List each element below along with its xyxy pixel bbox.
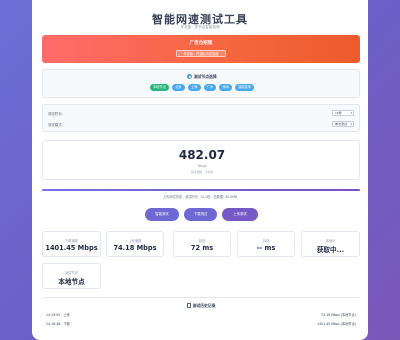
smart-test-button[interactable]: 智能测试	[145, 208, 179, 221]
node-chip-guangzhou[interactable]: 广州	[203, 84, 217, 91]
stat-card-local-ip: 本地IP 获取中...	[301, 231, 360, 257]
node-chip-local[interactable]: 本地节点	[149, 84, 169, 91]
speed-display-card: 482.07 Mbps 实时测速 · 平均值	[42, 140, 360, 180]
node-selection-title: 测试节点选择	[193, 74, 217, 79]
stat-label: 延迟	[198, 239, 206, 243]
stat-value: -- ms	[256, 244, 276, 252]
stat-label: 测试节点	[65, 271, 78, 275]
history-title: 测试历史记录	[192, 303, 216, 308]
progress-fill	[42, 189, 360, 191]
stat-label: 抖动	[262, 239, 270, 243]
stat-card-jitter: 抖动 -- ms	[237, 231, 295, 257]
node-chip-beijing[interactable]: 北京	[172, 84, 185, 91]
node-selection-card: 测试节点选择 本地节点 北京 上海 广州 深圳 智能选择	[42, 69, 360, 98]
speed-status: 实时测速 · 平均值	[190, 170, 214, 174]
stat-value: 72 ms	[190, 244, 214, 252]
history-row: 14:18:48 - 下载 1401.45 Mbps (本地节点)	[46, 319, 356, 327]
history-row-result: 74.18 Mbps (本地节点)	[321, 313, 356, 317]
stat-card-upload: 上传速度 74.18 Mbps	[106, 231, 164, 257]
history-row-time: 14:18:48 - 下载	[46, 322, 70, 326]
stat-value: 本地节点	[58, 278, 85, 286]
history-section: 测试历史记录 14:19:00 - 上传 74.18 Mbps (本地节点) 1…	[42, 297, 360, 340]
history-row-time: 14:19:00 - 上传	[46, 313, 70, 317]
download-test-button[interactable]: 下载测试	[184, 208, 217, 221]
mode-select[interactable]: 单次测试	[332, 121, 354, 127]
clipboard-icon	[186, 303, 192, 308]
speed-unit: Mbps	[197, 164, 207, 168]
speed-value: 482.07	[178, 148, 226, 162]
stat-value: 1401.45 Mbps	[45, 244, 98, 252]
main-panel: 智能网速测试工具 专业版 · 多节点智能检测 广告位招租 专享版 · 开通后为您…	[32, 0, 368, 340]
ad-button[interactable]: 专享版 · 开通后为您加速	[176, 50, 226, 57]
stat-value: 获取中...	[316, 246, 345, 254]
node-chip-shenzhen[interactable]: 深圳	[219, 84, 232, 91]
node-selection-heading: 测试节点选择	[43, 74, 361, 80]
page-subtitle: 专业版 · 多节点智能检测	[180, 25, 220, 29]
ad-title: 广告位招租	[189, 41, 213, 46]
settings-card: 测试时长: 10秒 测试模式: 单次测试	[42, 104, 360, 132]
stat-label: 下载速度	[65, 239, 78, 243]
duration-label: 测试时长:	[48, 112, 63, 116]
stat-card-test-node: 测试节点 本地节点	[42, 263, 101, 289]
progress-text: 上传测试完成 - 测试时长: 10.2秒，总数据: 95.0MB	[162, 195, 238, 199]
mode-label: 测试模式:	[48, 123, 63, 127]
stat-value: 74.18 Mbps	[113, 244, 157, 252]
duration-select[interactable]: 10秒	[332, 110, 354, 116]
stat-label: 本地IP	[325, 239, 336, 243]
history-heading: 测试历史记录	[42, 303, 360, 309]
node-chip-smart[interactable]: 智能选择	[235, 84, 255, 91]
node-chip-shanghai[interactable]: 上海	[187, 84, 201, 91]
location-icon	[187, 74, 193, 79]
progress-bar	[42, 189, 360, 191]
stat-card-latency: 延迟 72 ms	[173, 231, 231, 257]
node-chip-list: 本地节点 北京 上海 广州 深圳 智能选择	[43, 84, 361, 91]
history-row: 14:19:00 - 上传 74.18 Mbps (本地节点)	[46, 310, 356, 318]
upload-test-button[interactable]: 上传测试	[222, 208, 258, 221]
stat-label: 上传速度	[128, 239, 142, 243]
stat-card-download: 下载速度 1401.45 Mbps	[42, 231, 101, 257]
ad-banner: 广告位招租 专享版 · 开通后为您加速	[42, 35, 360, 63]
history-row-result: 1401.45 Mbps (本地节点)	[317, 322, 356, 326]
